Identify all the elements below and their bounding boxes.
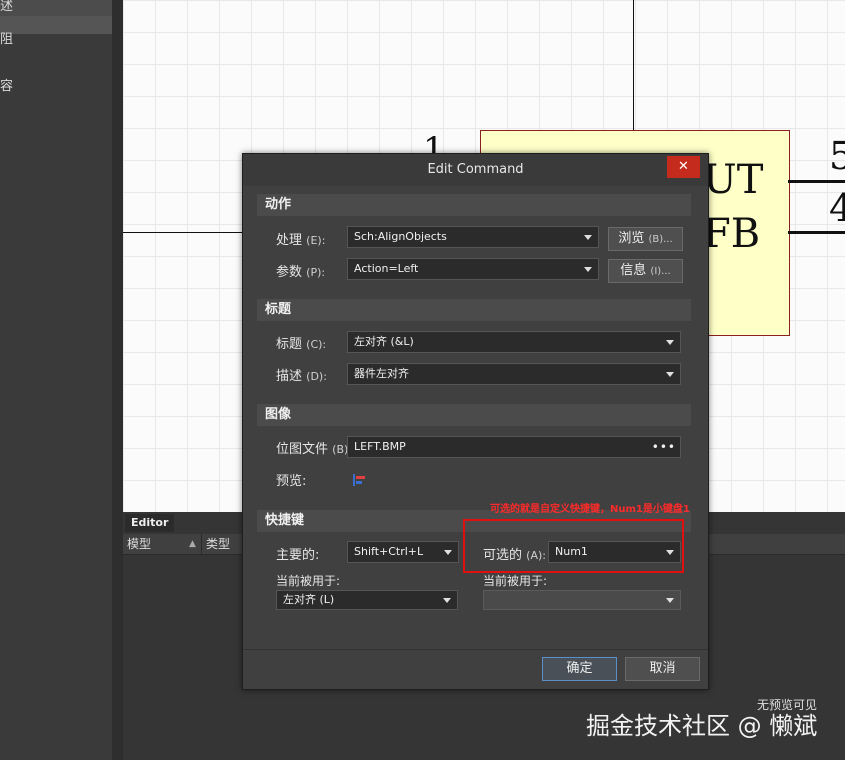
used-by-alt-select[interactable] <box>483 590 681 610</box>
annotation-text: 可选的就是自定义快捷键，Num1是小键盘1 <box>490 504 690 515</box>
chevron-down-icon <box>666 340 674 345</box>
cancel-button[interactable]: 取消 <box>625 657 700 681</box>
pin-line <box>788 231 845 234</box>
close-button[interactable]: ✕ <box>667 156 700 178</box>
watermark: 掘金技术社区 @ 懒斌 <box>586 712 818 740</box>
dialog-titlebar[interactable]: Edit Command ✕ <box>243 154 708 186</box>
chevron-down-icon <box>584 235 592 240</box>
left-panel-item[interactable]: 容 <box>0 76 112 98</box>
pin-number: 4 <box>829 186 845 230</box>
process-label: 处理 (E): <box>276 233 326 248</box>
wire <box>633 0 634 130</box>
chevron-down-icon <box>444 550 452 555</box>
close-icon: ✕ <box>678 159 689 174</box>
column-header-type[interactable]: 类型 <box>206 534 230 554</box>
left-panel-item[interactable]: 述 <box>0 0 112 16</box>
column-separator[interactable] <box>201 534 202 554</box>
caption-title-select[interactable]: 左对齐 (&L) <box>347 331 681 353</box>
sort-up-icon: ▲ <box>189 539 196 549</box>
caption-desc-label: 描述 (D): <box>276 369 327 384</box>
preview-label: 预览: <box>276 474 307 489</box>
params-select[interactable]: Action=Left <box>347 258 599 280</box>
primary-shortcut-select[interactable]: Shift+Ctrl+L <box>347 541 459 563</box>
divider <box>243 649 708 650</box>
editor-tab[interactable]: Editor <box>125 514 175 532</box>
annotation-highlight-box <box>463 519 684 573</box>
primary-shortcut-label: 主要的: <box>276 548 320 563</box>
ok-button[interactable]: 确定 <box>542 657 617 681</box>
section-image-header: 图像 <box>257 404 691 426</box>
process-select[interactable]: Sch:AlignObjects <box>347 226 599 248</box>
edit-command-dialog: Edit Command ✕ 动作 处理 (E): Sch:AlignObjec… <box>242 153 709 690</box>
bitmap-label: 位图文件 (B): <box>276 442 352 457</box>
component-label: UT <box>703 157 764 203</box>
caption-desc-select[interactable]: 器件左对齐 <box>347 363 681 385</box>
pin-number: 5 <box>829 134 845 178</box>
chevron-down-icon <box>443 598 451 603</box>
left-panel: 述 阻 容 <box>0 0 123 760</box>
section-action-header: 动作 <box>257 194 691 216</box>
used-by-primary-select[interactable]: 左对齐 (L) <box>276 590 458 610</box>
column-header-model[interactable]: 模型 <box>127 534 151 554</box>
bitmap-file-input[interactable]: LEFT.BMP ••• <box>347 436 681 458</box>
used-by-label: 当前被用于: <box>483 574 548 588</box>
browse-ellipsis-icon[interactable]: ••• <box>652 437 676 457</box>
left-panel-item[interactable]: 阻 <box>0 29 112 51</box>
align-left-icon <box>353 474 366 486</box>
params-label: 参数 (P): <box>276 265 326 280</box>
caption-title-label: 标题 (C): <box>276 337 327 352</box>
pin-line <box>788 180 845 183</box>
dialog-title: Edit Command <box>427 162 524 177</box>
chevron-down-icon <box>666 372 674 377</box>
chevron-down-icon <box>584 267 592 272</box>
used-by-label: 当前被用于: <box>276 574 341 588</box>
info-button[interactable]: 信息 (I)... <box>608 259 683 283</box>
panel-splitter[interactable] <box>112 0 123 760</box>
section-caption-header: 标题 <box>257 299 691 321</box>
browse-button[interactable]: 浏览 (B)... <box>608 227 683 251</box>
chevron-down-icon <box>666 598 674 603</box>
component-label: FB <box>703 211 761 257</box>
